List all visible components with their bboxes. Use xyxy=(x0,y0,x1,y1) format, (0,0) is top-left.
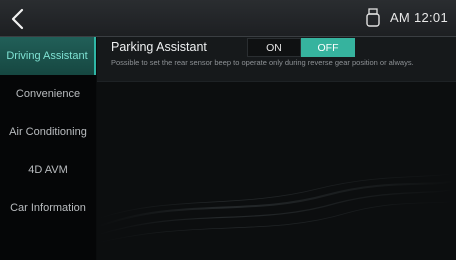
sidebar-item-air-conditioning[interactable]: Air Conditioning xyxy=(0,113,96,151)
setting-title: Parking Assistant xyxy=(111,40,207,54)
back-button[interactable] xyxy=(6,6,32,32)
sidebar: Driving Assistant Convenience Air Condit… xyxy=(0,37,96,260)
sidebar-item-car-information[interactable]: Car Information xyxy=(0,189,96,227)
setting-description: Possible to set the rear sensor beep to … xyxy=(111,58,414,67)
background-waves xyxy=(97,172,456,244)
status-bar: AM 12:01 xyxy=(0,0,456,37)
parking-assistant-row: Parking Assistant ON OFF Possible to set… xyxy=(97,37,456,82)
sidebar-item-4d-avm[interactable]: 4D AVM xyxy=(0,151,96,189)
toggle-on-option[interactable]: ON xyxy=(247,38,301,57)
sidebar-item-driving-assistant[interactable]: Driving Assistant xyxy=(0,37,96,75)
chevron-left-icon xyxy=(11,8,24,30)
toggle-off-option[interactable]: OFF xyxy=(301,38,355,57)
sidebar-item-convenience[interactable]: Convenience xyxy=(0,75,96,113)
settings-panel: Parking Assistant ON OFF Possible to set… xyxy=(97,37,456,260)
usb-icon xyxy=(366,8,380,27)
screen: AM 12:01 Driving Assistant Convenience A… xyxy=(0,0,456,260)
clock: AM 12:01 xyxy=(389,10,448,25)
parking-assistant-toggle[interactable]: ON OFF xyxy=(247,38,355,57)
